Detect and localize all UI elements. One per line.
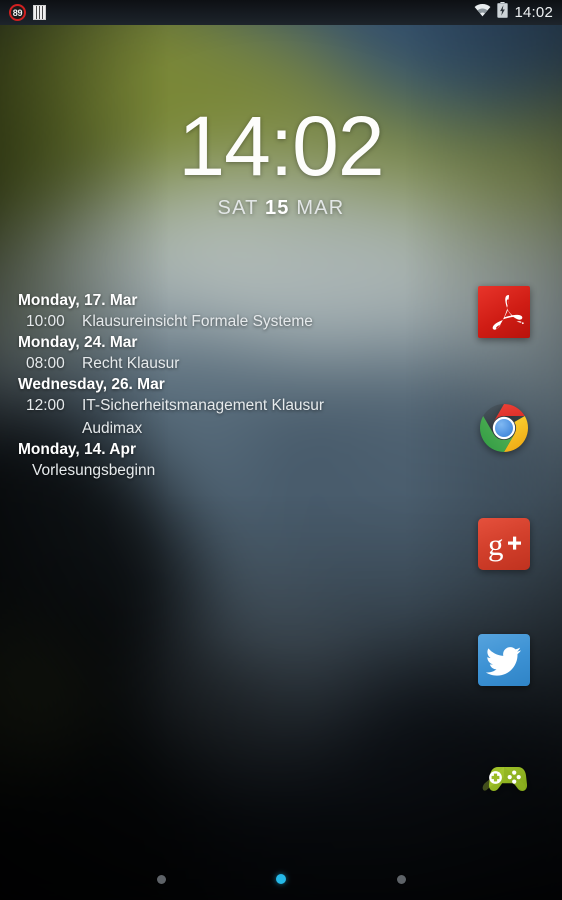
- app-icon-column: g: [478, 286, 534, 802]
- status-bar-clock: 14:02: [514, 4, 553, 21]
- page-dot-3[interactable]: [396, 874, 406, 884]
- calendar-entry-row[interactable]: 10:00 Klausureinsicht Formale Systeme: [18, 310, 418, 333]
- calendar-entry-title: Klausureinsicht Formale Systeme: [82, 313, 313, 330]
- calendar-entry-date: Monday, 17. Mar: [18, 292, 138, 309]
- calendar-entry-row[interactable]: Vorlesungsbeginn: [18, 459, 418, 482]
- wifi-icon: [474, 3, 491, 22]
- calendar-entry-time: 10:00: [26, 313, 65, 330]
- clock-month: MAR: [296, 197, 345, 219]
- calendar-entry-date: Monday, 24. Mar: [18, 334, 138, 351]
- clock-day: 15: [264, 197, 290, 219]
- status-bar-left: 89: [9, 4, 46, 21]
- calendar-entry-title: Vorlesungsbeginn: [32, 462, 156, 479]
- battery-percent-badge: 89: [9, 4, 26, 21]
- clock-time: 14:02: [178, 99, 384, 193]
- calendar-entry-location: Audimax: [82, 420, 143, 437]
- adobe-acrobat-icon[interactable]: [478, 286, 530, 338]
- play-games-icon[interactable]: [478, 750, 530, 802]
- calendar-entry-time: 12:00: [26, 397, 65, 414]
- twitter-icon[interactable]: [478, 634, 530, 686]
- calendar-entry[interactable]: Monday, 24. Mar 08:00 Recht Klausur: [18, 333, 418, 375]
- status-bar-right: 14:02: [474, 2, 553, 23]
- battery-charging-icon: [497, 2, 509, 23]
- clock-date: SAT 15 MAR: [0, 197, 562, 220]
- page-dot-2[interactable]: [276, 874, 286, 884]
- chrome-icon[interactable]: [478, 402, 530, 454]
- page-dot-1[interactable]: [156, 874, 166, 884]
- calendar-entry-time: 08:00: [26, 355, 65, 372]
- status-bar[interactable]: 89 14:02: [0, 0, 562, 25]
- calendar-widget[interactable]: Monday, 17. Mar 10:00 Klausureinsicht Fo…: [18, 291, 418, 482]
- calendar-entry[interactable]: Wednesday, 26. Mar 12:00 IT-Sicherheitsm…: [18, 375, 418, 440]
- clock-weekday: SAT: [217, 197, 259, 219]
- svg-text:g: g: [488, 527, 504, 562]
- calendar-entry-title: IT-Sicherheitsmanagement Klausur: [82, 397, 325, 414]
- calendar-entry[interactable]: Monday, 17. Mar 10:00 Klausureinsicht Fo…: [18, 291, 418, 333]
- page-indicator: [0, 874, 562, 884]
- clock-widget[interactable]: 14:02 SAT 15 MAR: [0, 104, 562, 220]
- home-screen: 89 14:02 14:02 SAT 15 MAR Monday, 17. Ma…: [0, 0, 562, 900]
- calendar-entry-row[interactable]: 08:00 Recht Klausur: [18, 352, 418, 375]
- google-plus-icon[interactable]: g: [478, 518, 530, 570]
- calendar-entry-row[interactable]: 12:00 IT-Sicherheitsmanagement Klausur: [18, 394, 418, 417]
- calendar-entry[interactable]: Monday, 14. Apr Vorlesungsbeginn: [18, 440, 418, 482]
- signal-bars-icon: [33, 5, 46, 20]
- calendar-entry-date: Wednesday, 26. Mar: [18, 376, 165, 393]
- calendar-entry-title: Recht Klausur: [82, 355, 180, 372]
- calendar-entry-date: Monday, 14. Apr: [18, 441, 136, 458]
